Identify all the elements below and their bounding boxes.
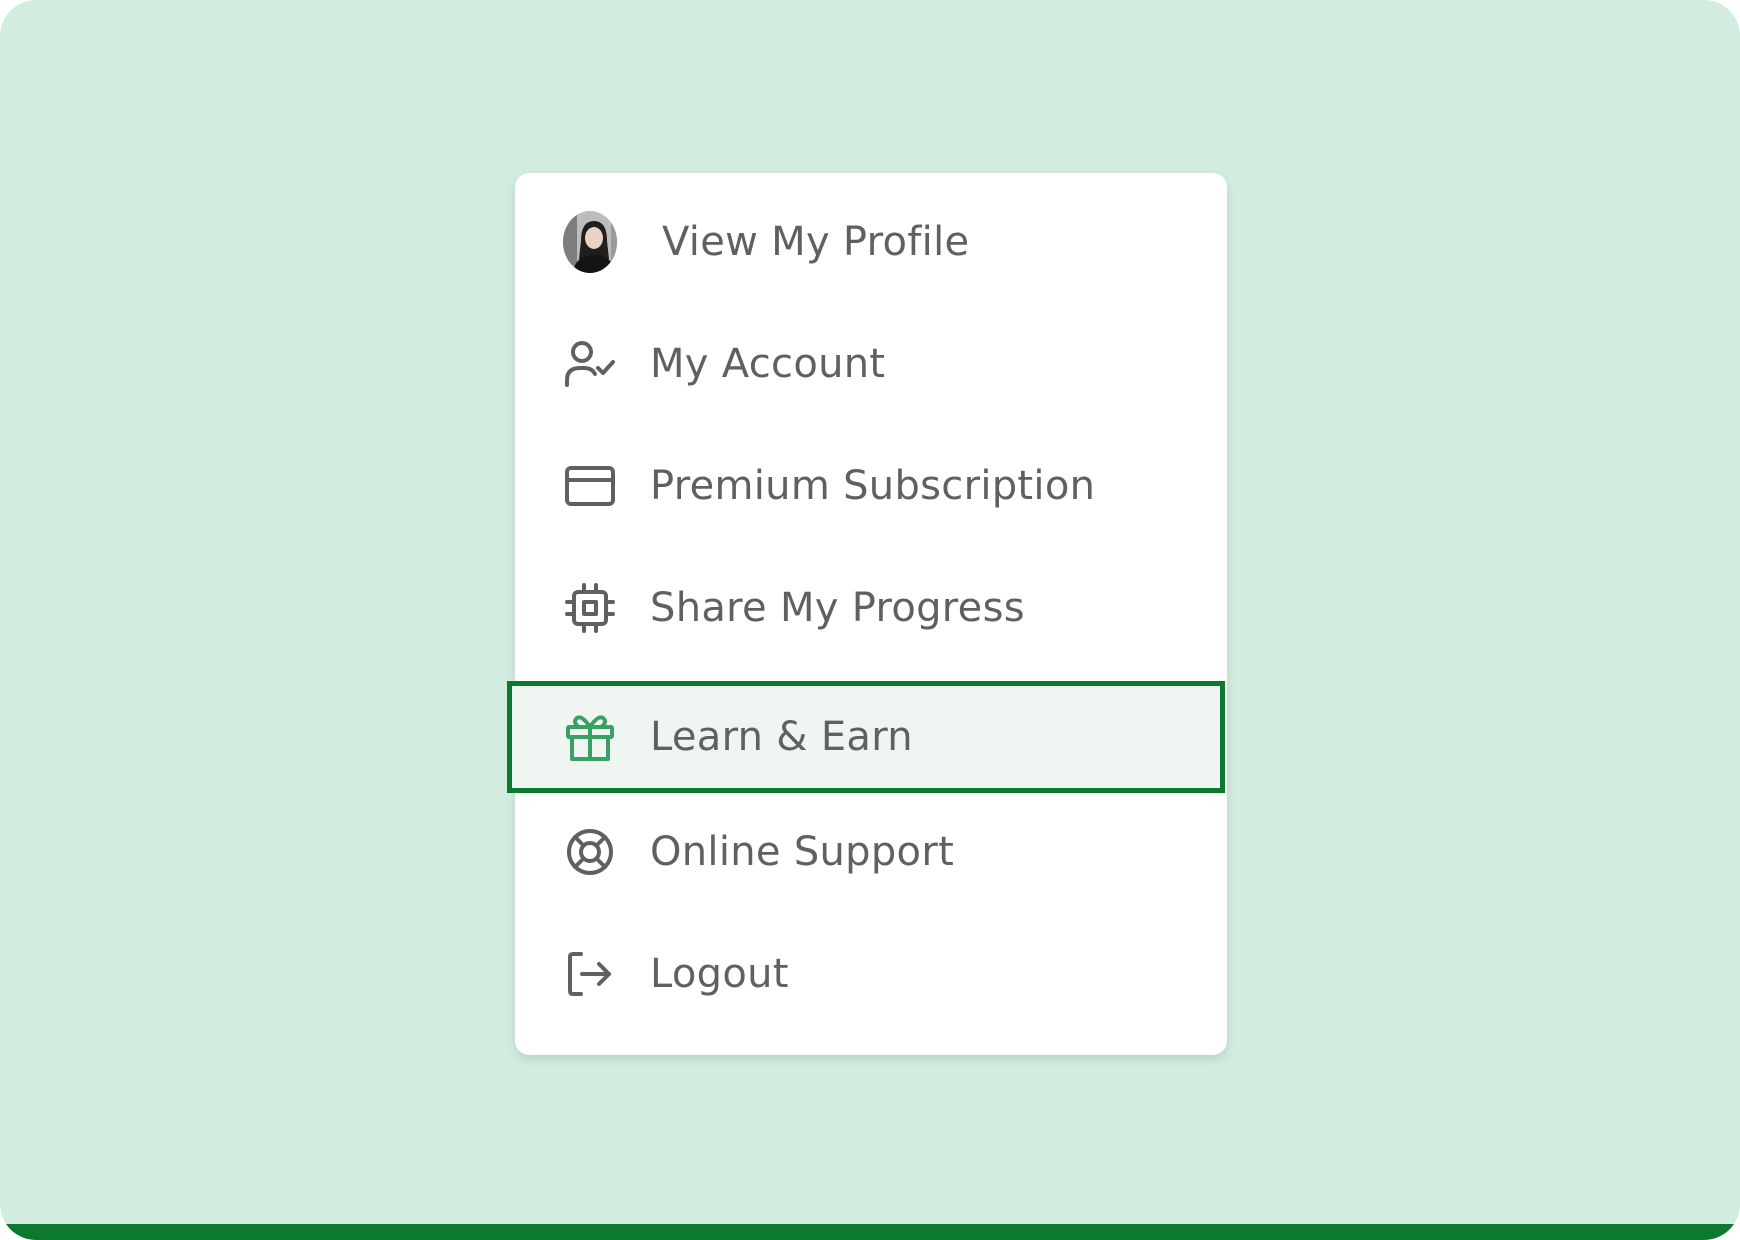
user-check-icon xyxy=(563,337,617,391)
menu-item-learn-earn[interactable]: Learn & Earn xyxy=(507,681,1225,793)
lifebuoy-icon xyxy=(563,825,617,879)
chip-icon xyxy=(563,581,617,635)
menu-item-label: My Account xyxy=(650,341,886,387)
profile-avatar xyxy=(563,211,617,273)
menu-item-label: Logout xyxy=(650,951,789,997)
menu-item-my-account[interactable]: My Account xyxy=(515,309,1227,419)
menu-item-label: Learn & Earn xyxy=(650,714,913,760)
logout-icon xyxy=(563,947,617,1001)
menu-item-label: Share My Progress xyxy=(650,585,1025,631)
profile-dropdown-menu: View My Profile My Account Premium Subscri… xyxy=(507,173,1227,1055)
menu-item-online-support[interactable]: Online Support xyxy=(515,797,1227,907)
credit-card-icon xyxy=(563,459,617,513)
menu-item-share-progress[interactable]: Share My Progress xyxy=(515,553,1227,663)
avatar-wrapper xyxy=(563,211,617,273)
bottom-accent-bar xyxy=(0,1224,1740,1240)
menu-item-premium-subscription[interactable]: Premium Subscription xyxy=(515,431,1227,541)
menu-item-label: Online Support xyxy=(650,829,955,875)
menu-item-view-profile[interactable]: View My Profile xyxy=(515,187,1227,297)
menu-item-label: View My Profile xyxy=(662,219,970,265)
gift-icon xyxy=(563,710,617,764)
menu-item-label: Premium Subscription xyxy=(650,463,1096,509)
page-background: View My Profile My Account Premium Subscri… xyxy=(0,0,1740,1240)
menu-item-logout[interactable]: Logout xyxy=(515,919,1227,1029)
